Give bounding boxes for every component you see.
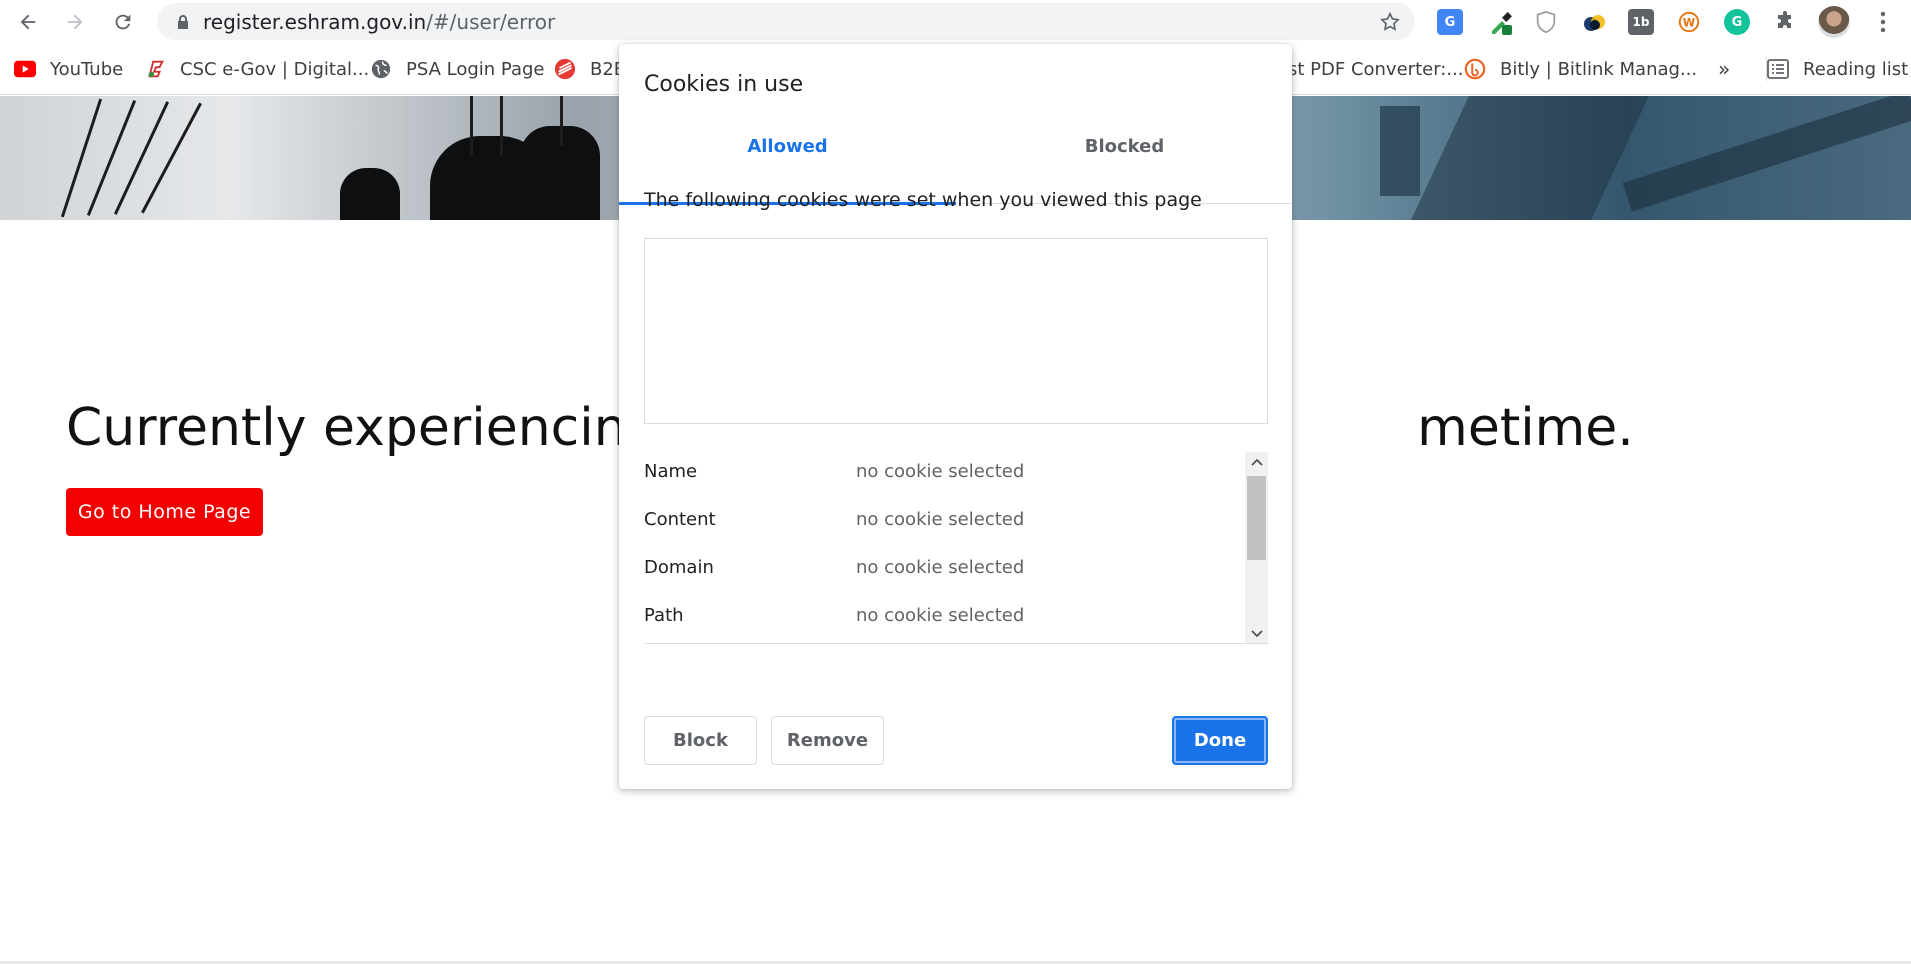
heading-right-text: metime. bbox=[1417, 398, 1634, 458]
bookmark-pdf-converter[interactable]: st PDF Converter:... bbox=[1288, 57, 1464, 81]
detail-row-name: Name no cookie selected bbox=[644, 456, 1024, 486]
cookies-dialog: Cookies in use Allowed Blocked The follo… bbox=[619, 44, 1292, 789]
detail-value: no cookie selected bbox=[856, 460, 1025, 482]
lock-icon[interactable] bbox=[175, 14, 191, 30]
1b-icon[interactable]: 1b bbox=[1628, 9, 1654, 35]
tab-label: Allowed bbox=[747, 136, 828, 157]
bookmark-b2b[interactable]: B2B bbox=[554, 57, 626, 81]
detail-row-domain: Domain no cookie selected bbox=[644, 552, 1024, 582]
tab-label: Blocked bbox=[1084, 136, 1165, 157]
reload-button[interactable] bbox=[103, 2, 143, 42]
bitly-icon bbox=[1464, 58, 1486, 80]
browser-toolbar: register.eshram.gov.in/#/user/error G 1b… bbox=[0, 0, 1911, 43]
dialog-description: The following cookies were set when you … bbox=[644, 189, 1202, 211]
youtube-icon bbox=[14, 58, 36, 80]
reading-list-button[interactable]: Reading list bbox=[1766, 57, 1908, 81]
bookmark-label: PSA Login Page bbox=[406, 58, 545, 80]
url-domain: register.eshram.gov.in bbox=[203, 9, 427, 34]
reading-list-icon bbox=[1767, 58, 1789, 80]
scroll-up-button[interactable] bbox=[1245, 452, 1268, 472]
url-path: /#/user/error bbox=[426, 9, 556, 34]
detail-label: Name bbox=[644, 460, 698, 482]
back-button[interactable] bbox=[8, 2, 48, 42]
puzzle-icon[interactable] bbox=[1772, 9, 1798, 35]
forward-button[interactable] bbox=[55, 2, 95, 42]
translate-icon[interactable]: G bbox=[1437, 9, 1463, 35]
scroll-down-button[interactable] bbox=[1245, 624, 1268, 643]
cookie-details-panel[interactable]: Name no cookie selected Content no cooki… bbox=[644, 452, 1268, 644]
url-text[interactable]: register.eshram.gov.in/#/user/error bbox=[203, 10, 555, 34]
chevron-down-icon bbox=[1250, 630, 1263, 638]
block-button[interactable]: Block bbox=[644, 716, 757, 765]
grammarly-icon[interactable]: G bbox=[1724, 9, 1750, 35]
cookie-tree-list[interactable] bbox=[644, 238, 1268, 424]
svg-text:W: W bbox=[1683, 17, 1695, 30]
bookmark-csc[interactable]: CSC e-Gov | Digital... bbox=[144, 57, 369, 81]
detail-row-path: Path no cookie selected bbox=[644, 600, 1024, 630]
detail-row-content: Content no cookie selected bbox=[644, 504, 1024, 534]
circles-icon[interactable] bbox=[1581, 9, 1607, 35]
menu-icon[interactable] bbox=[1870, 9, 1896, 35]
b2b-icon bbox=[554, 58, 576, 80]
heading-left-text: Currently experiencing h bbox=[66, 398, 710, 458]
bookmark-label: CSC e-Gov | Digital... bbox=[180, 58, 370, 80]
arrow-right-icon bbox=[67, 14, 83, 30]
address-bar[interactable]: register.eshram.gov.in/#/user/error bbox=[157, 3, 1415, 40]
scroll-thumb[interactable] bbox=[1247, 476, 1266, 560]
bookmark-label: st PDF Converter:... bbox=[1288, 58, 1464, 80]
reading-list-label: Reading list bbox=[1803, 58, 1909, 80]
wp-icon[interactable]: W bbox=[1676, 9, 1702, 35]
remove-button[interactable]: Remove bbox=[771, 716, 884, 765]
bookmark-label: Bitly | Bitlink Manag... bbox=[1500, 58, 1698, 80]
bookmark-star-icon[interactable] bbox=[1379, 11, 1401, 33]
detail-value: no cookie selected bbox=[856, 604, 1025, 626]
dropper-icon[interactable] bbox=[1488, 9, 1514, 35]
bookmark-bitly[interactable]: Bitly | Bitlink Manag... bbox=[1464, 57, 1697, 81]
detail-label: Domain bbox=[644, 556, 714, 578]
avatar[interactable] bbox=[1818, 6, 1850, 38]
overflow-label: » bbox=[1718, 57, 1731, 81]
detail-value: no cookie selected bbox=[856, 508, 1025, 530]
chevron-up-icon bbox=[1250, 458, 1263, 466]
bookmark-youtube[interactable]: YouTube bbox=[14, 57, 123, 81]
detail-label: Path bbox=[644, 604, 684, 626]
bookmark-label: YouTube bbox=[50, 58, 124, 80]
go-home-button[interactable]: Go to Home Page bbox=[66, 488, 263, 536]
globe-icon bbox=[370, 58, 392, 80]
done-button[interactable]: Done bbox=[1172, 716, 1268, 765]
details-scrollbar[interactable] bbox=[1245, 452, 1268, 643]
csc-icon bbox=[144, 58, 166, 80]
bookmarks-overflow-button[interactable]: » bbox=[1718, 57, 1730, 81]
bookmark-psa[interactable]: PSA Login Page bbox=[370, 57, 545, 81]
arrow-left-icon bbox=[20, 14, 36, 30]
detail-value: no cookie selected bbox=[856, 556, 1025, 578]
reload-icon bbox=[115, 14, 131, 30]
detail-label: Content bbox=[644, 508, 716, 530]
dialog-title: Cookies in use bbox=[644, 72, 804, 97]
shield-icon[interactable] bbox=[1533, 9, 1559, 35]
